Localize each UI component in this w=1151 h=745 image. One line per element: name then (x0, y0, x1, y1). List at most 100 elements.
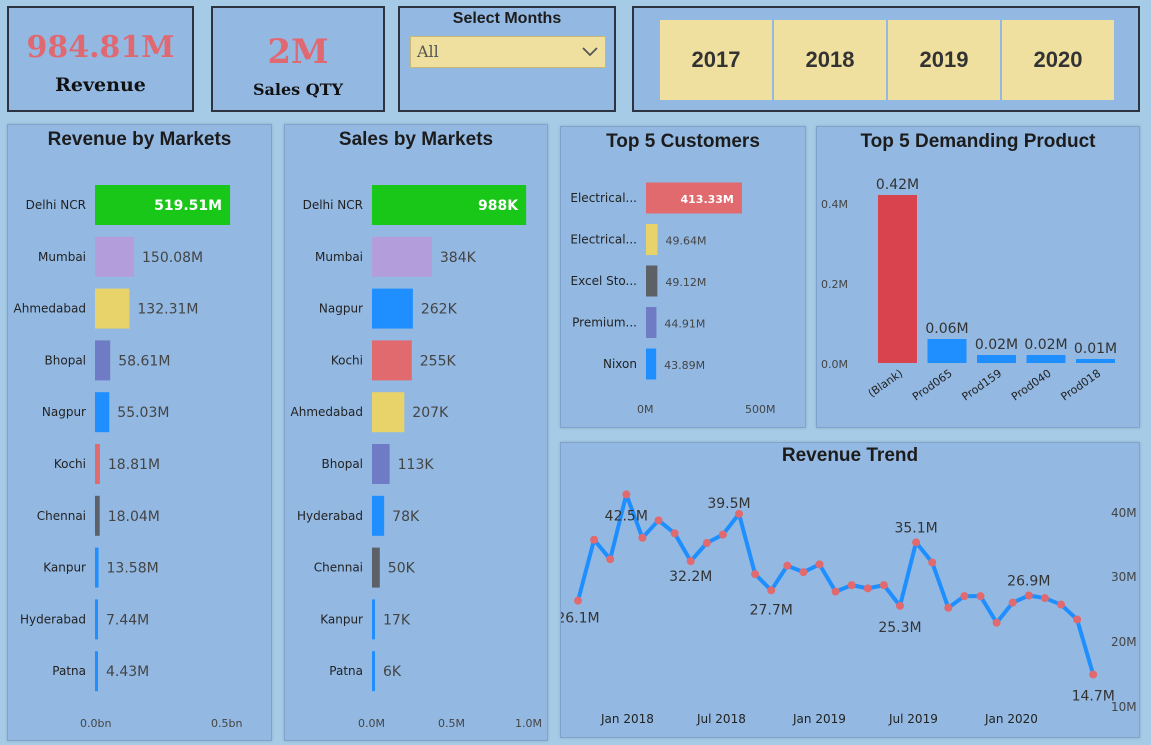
data-label: 43.89M (664, 359, 705, 372)
data-label: 262K (421, 302, 458, 318)
month-filter-label: Select Months (452, 10, 562, 27)
year-button-2017[interactable]: 2017 (660, 20, 772, 100)
category-label: Bhopal (322, 457, 363, 471)
year-slicer-card: 2017 2018 2019 2020 (632, 6, 1140, 112)
data-point (767, 586, 776, 595)
data-point (702, 539, 711, 547)
category-label: Chennai (37, 509, 86, 523)
bar (372, 236, 432, 277)
data-point (879, 581, 888, 590)
data-label: 0.06M (925, 321, 968, 337)
category-label: Ahmedabad (14, 302, 86, 316)
revenue-by-markets-panel: Revenue by Markets Delhi NCR 519.51M Mumba… (7, 124, 272, 741)
bar (372, 651, 375, 692)
revenue-kpi-card: 984.81M Revenue (7, 6, 194, 112)
category-label: Prod018 (1059, 367, 1104, 404)
category-label: Hyderabad (297, 509, 363, 523)
data-label: 255K (420, 353, 457, 369)
data-point (912, 538, 921, 547)
data-point (751, 570, 760, 579)
bar (372, 547, 380, 588)
data-point (686, 557, 695, 566)
data-point (1073, 615, 1082, 624)
bar (95, 547, 99, 588)
bar (372, 340, 412, 381)
data-label: 32.2M (669, 569, 712, 585)
trend-y-tick-0: 40M (1111, 506, 1137, 520)
month-select-dropdown[interactable]: All (410, 36, 606, 68)
data-point (574, 596, 582, 605)
bar (977, 355, 1016, 363)
bar (646, 265, 658, 297)
data-label: 26.9M (1007, 573, 1050, 589)
data-label: 6K (383, 664, 402, 680)
bar (646, 224, 658, 255)
data-label: 49.12M (665, 276, 706, 289)
products-axis-tick-1: 0.2M (821, 278, 848, 291)
data-point (992, 618, 1001, 627)
customers-axis-tick-0: 0M (637, 403, 654, 416)
category-label: Excel Sto... (571, 274, 638, 288)
sales-axis-tick-2: 1.0M (515, 717, 542, 730)
products-axis-tick-2: 0.0M (821, 358, 848, 371)
category-label: Delhi NCR (26, 198, 86, 212)
data-label: 113K (398, 457, 435, 473)
bar (646, 307, 657, 338)
data-label: 27.7M (750, 602, 793, 618)
data-label: 4.43M (106, 664, 149, 680)
data-label: 26.1M (561, 611, 600, 627)
bar (878, 195, 917, 363)
category-label: Prod040 (1009, 367, 1054, 404)
bar (1026, 355, 1066, 363)
bar (1076, 359, 1115, 363)
bar (372, 495, 385, 536)
data-point (1089, 670, 1098, 679)
bar (372, 599, 375, 640)
year-button-2018[interactable]: 2018 (774, 20, 886, 100)
revenue-kpi-label: Revenue (55, 74, 146, 96)
bar (95, 651, 98, 692)
top-customers-chart: Electrical... 413.33M Electrical... 49.64M E… (570, 182, 742, 380)
data-label: 58.61M (118, 353, 170, 369)
data-point (944, 603, 953, 612)
bar (95, 236, 135, 277)
category-label: Prod159 (960, 367, 1005, 404)
sales-qty-kpi-value: 2M (267, 32, 329, 72)
data-label: 207K (412, 405, 449, 421)
data-label: 78K (392, 509, 420, 525)
month-select-value: All (417, 42, 439, 61)
data-label: 39.5M (707, 496, 750, 512)
bar (372, 444, 390, 484)
category-label: (Blank) (866, 367, 906, 400)
trend-x-tick-3: Jul 2019 (889, 712, 938, 726)
category-label: Prod065 (910, 367, 955, 404)
data-point (1008, 598, 1017, 607)
data-label: 132.31M (137, 302, 198, 318)
data-label: 17K (383, 612, 411, 628)
sales-qty-kpi-card: 2M Sales QTY (211, 6, 385, 112)
category-label: Electrical... (570, 233, 637, 247)
year-button-2019[interactable]: 2019 (888, 20, 1000, 100)
category-label: Patna (329, 664, 363, 678)
data-point (1040, 594, 1049, 603)
category-label: Hyderabad (20, 612, 86, 626)
year-button-2020[interactable]: 2020 (1002, 20, 1114, 100)
data-label: 44.91M (664, 318, 705, 331)
top-products-panel: Top 5 Demanding Product 0.42M (Blank) 0.06… (816, 126, 1140, 428)
trend-x-tick-2: Jan 2019 (793, 712, 846, 726)
revenue-axis-tick-1: 0.5bn (211, 717, 243, 730)
bar (927, 339, 967, 363)
sales-axis-tick-0: 0.0M (358, 717, 385, 730)
data-label: 50K (388, 561, 416, 577)
month-filter-card: Select Months All (398, 6, 616, 112)
customers-axis-tick-1: 500M (745, 403, 776, 416)
trend-x-tick-1: Jul 2018 (697, 712, 746, 726)
data-label: 384K (440, 250, 477, 266)
bar (95, 599, 98, 640)
revenue-trend-chart: 26.1M 42.5M 32.2M 39.5M 27.7M 35.1M 25.3M 26.9M… (561, 490, 1115, 705)
category-label: Mumbai (38, 250, 86, 264)
trend-y-tick-1: 30M (1111, 570, 1137, 584)
data-label: 413.33M (680, 193, 733, 206)
sales-by-markets-chart: Delhi NCR 988K Mumbai 384K Nagpur 262K Kochi 25… (291, 185, 527, 692)
revenue-axis-tick-0: 0.0bn (80, 717, 112, 730)
